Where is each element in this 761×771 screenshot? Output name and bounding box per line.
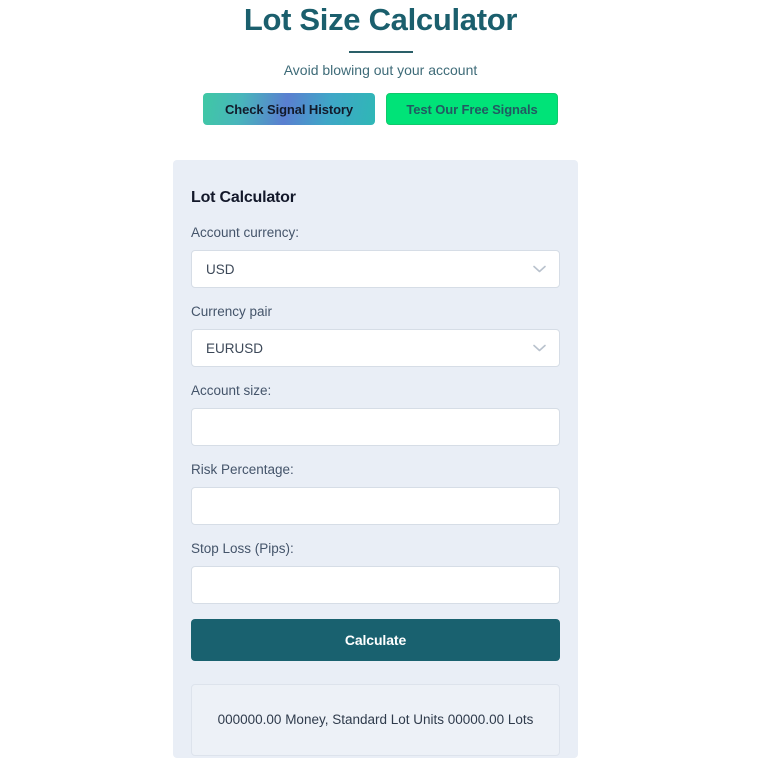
page-header: Lot Size Calculator Avoid blowing out yo…: [0, 0, 761, 125]
account-size-label: Account size:: [191, 383, 272, 398]
card-title: Lot Calculator: [191, 189, 296, 206]
currency-pair-select-wrap: EURUSD: [191, 329, 560, 367]
stop-loss-input[interactable]: [191, 566, 560, 604]
risk-percentage-input[interactable]: [191, 487, 560, 525]
account-currency-label: Account currency:: [191, 225, 300, 240]
field-stop-loss: Stop Loss (Pips):: [191, 540, 560, 604]
field-currency-pair: Currency pair EURUSD: [191, 303, 560, 367]
page-title: Lot Size Calculator: [243, 2, 518, 37]
field-account-currency: Account currency: USD: [191, 224, 560, 288]
risk-percentage-label: Risk Percentage:: [191, 462, 294, 477]
result-text: 000000.00 Money, Standard Lot Units 0000…: [217, 712, 534, 727]
cta-button-row: Check Signal History Test Our Free Signa…: [0, 93, 761, 125]
page-subtitle: Avoid blowing out your account: [283, 62, 478, 78]
result-box: 000000.00 Money, Standard Lot Units 0000…: [191, 684, 560, 756]
currency-pair-label: Currency pair: [191, 304, 273, 319]
field-risk-percentage: Risk Percentage:: [191, 461, 560, 525]
account-currency-select-wrap: USD: [191, 250, 560, 288]
currency-pair-select[interactable]: EURUSD: [191, 329, 560, 367]
field-account-size: Account size:: [191, 382, 560, 446]
currency-pair-value: EURUSD: [206, 340, 264, 356]
stop-loss-label: Stop Loss (Pips):: [191, 541, 294, 556]
lot-calculator-card: Lot Calculator Account currency: USD Cur…: [173, 160, 578, 758]
check-signal-history-button[interactable]: Check Signal History: [203, 93, 375, 125]
account-size-input[interactable]: [191, 408, 560, 446]
calculate-button[interactable]: Calculate: [191, 619, 560, 661]
test-free-signals-button[interactable]: Test Our Free Signals: [386, 93, 558, 125]
account-currency-value: USD: [206, 261, 235, 277]
account-currency-select[interactable]: USD: [191, 250, 560, 288]
title-divider: [348, 51, 413, 53]
